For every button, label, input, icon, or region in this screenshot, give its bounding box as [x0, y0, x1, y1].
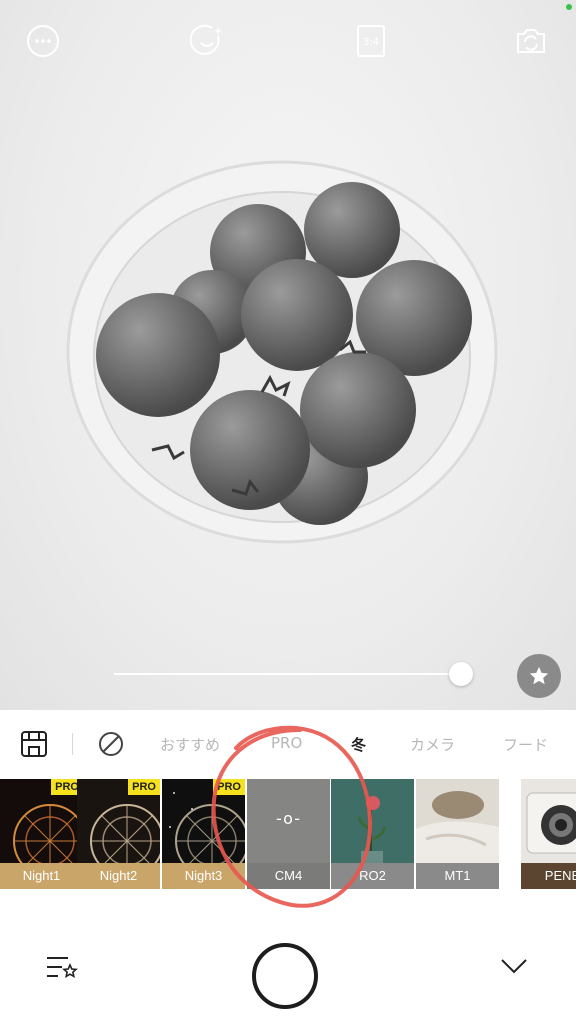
category-tab-recommended[interactable]: おすすめ	[160, 734, 220, 755]
filter-label: Night1	[0, 863, 83, 889]
filter-label: CM4	[247, 863, 330, 889]
star-icon	[529, 666, 549, 685]
cat-thumbnail	[416, 779, 499, 863]
filter-tile-night2[interactable]: PRO Night2	[77, 779, 160, 889]
ratio-label: 3:4	[363, 37, 379, 48]
camera-thumbnail	[521, 779, 576, 863]
filter-tile-ro2[interactable]: RO2	[331, 779, 414, 889]
filter-label: MT1	[416, 863, 499, 889]
category-divider	[72, 733, 73, 755]
category-tab-pro[interactable]: PRO	[271, 734, 302, 752]
filter-label: Night2	[77, 863, 160, 889]
filter-tile-mt1[interactable]: MT1	[416, 779, 499, 889]
beauty-button[interactable]	[190, 24, 224, 58]
storefront-icon[interactable]	[20, 730, 48, 758]
intensity-slider-thumb[interactable]	[449, 662, 473, 686]
filter-label: Night3	[162, 863, 245, 889]
flip-camera-button[interactable]	[514, 24, 548, 58]
list-star-icon[interactable]	[46, 955, 78, 981]
intensity-slider-track[interactable]	[114, 673, 462, 675]
shutter-button[interactable]	[252, 943, 318, 1009]
ratio-frame-icon: 3:4	[357, 25, 385, 57]
camera-preview[interactable]: 3:4	[0, 0, 576, 710]
more-dots-icon	[27, 25, 59, 57]
smile-sparkle-icon	[190, 24, 222, 55]
more-options-button[interactable]	[26, 24, 60, 58]
filter-tile-cm4-selected[interactable]: -o- CM4	[247, 779, 330, 889]
filter-tile-pene[interactable]: PENE	[521, 779, 576, 889]
filter-tile-night3[interactable]: PRO Night3	[162, 779, 245, 889]
chevron-down-icon[interactable]	[500, 957, 528, 975]
pro-badge: PRO	[213, 779, 245, 795]
category-tab-winter[interactable]: 冬	[351, 734, 366, 755]
aspect-ratio-button[interactable]: 3:4	[354, 24, 388, 58]
recording-indicator	[566, 4, 572, 10]
intensity-adjust-icon: -o-	[276, 809, 301, 828]
filter-strip[interactable]: PRO Night1 PRO Night2 PRO Night3 -o- CM4	[0, 779, 576, 889]
filter-tile-night1[interactable]: PRO Night1	[0, 779, 83, 889]
no-filter-icon[interactable]	[97, 730, 125, 758]
category-tab-camera[interactable]: カメラ	[410, 734, 455, 755]
tomato-bowl-photo	[66, 160, 498, 544]
filter-label: RO2	[331, 863, 414, 889]
favorite-button[interactable]	[517, 654, 561, 698]
camera-flip-icon	[517, 29, 545, 53]
rose-thumbnail	[331, 779, 414, 863]
pro-badge: PRO	[128, 779, 160, 795]
filter-label: PENE	[521, 863, 576, 889]
category-tab-food[interactable]: フード	[503, 734, 548, 755]
